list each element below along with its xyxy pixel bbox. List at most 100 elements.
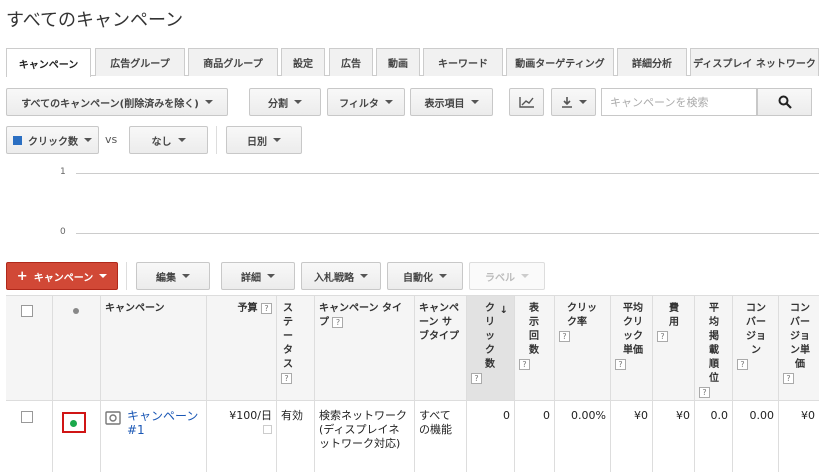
col-campaign-type[interactable]: キャンペーン タイプ ? (314, 296, 414, 400)
active-status-dot-icon[interactable] (70, 420, 77, 427)
col-avg-position-label: 平均掲載順位 (709, 303, 719, 384)
tab-settings[interactable]: 設定 (281, 48, 325, 76)
chevron-down-icon (439, 274, 447, 278)
help-icon[interactable]: ? (737, 358, 748, 370)
help-icon[interactable]: ? (657, 330, 668, 342)
y-tick-label: 0 (60, 227, 66, 237)
col-cost-per-conversion[interactable]: コンバージョン単価? (778, 296, 819, 400)
avg-cpc-value: ¥0 (634, 409, 648, 422)
clicks-value: 0 (503, 409, 510, 422)
campaign-scope-dropdown[interactable]: すべてのキャンペーン(削除済みを除く) (6, 88, 228, 116)
automate-dropdown[interactable]: 自動化 (387, 262, 463, 290)
help-icon[interactable]: ? (559, 330, 570, 342)
label-dropdown: ラベル (469, 262, 545, 290)
details-dropdown[interactable]: 詳細 (221, 262, 295, 290)
compare-metric-dropdown[interactable]: なし (129, 126, 208, 154)
tab-videos[interactable]: 動画 (376, 48, 420, 76)
table-row: キャンペーン #1 ¥100/日 有効 検索ネットワーク(ディスプレイネットワー… (6, 401, 819, 472)
help-icon[interactable]: ? (699, 386, 710, 398)
col-avg-position[interactable]: 平均掲載順位? (694, 296, 732, 400)
help-icon[interactable]: ? (783, 372, 794, 384)
campaign-scope-label: すべてのキャンペーン(削除済みを除く) (21, 98, 199, 110)
segment-dropdown[interactable]: 分割 (249, 88, 321, 116)
select-all-checkbox[interactable] (21, 305, 33, 317)
metric-dropdown[interactable]: クリック数 (6, 126, 99, 154)
tab-campaigns[interactable]: キャンペーン (6, 48, 91, 77)
avg-position-value: 0.0 (710, 409, 729, 422)
tab-analysis[interactable]: 詳細分析 (617, 48, 687, 76)
chevron-down-icon (267, 274, 275, 278)
col-campaign[interactable]: キャンペーン (100, 296, 206, 400)
campaign-link[interactable]: キャンペーン #1 (127, 409, 202, 464)
col-clicks[interactable]: クリック数? ↓ (466, 296, 514, 400)
tab-ad-groups[interactable]: 広告グループ (95, 48, 185, 76)
col-cost-label: 費用 (669, 303, 679, 328)
col-campaign-type-label: キャンペーン タイプ (319, 303, 402, 328)
row-avg-cpc-cell: ¥0 (610, 401, 652, 472)
download-dropdown[interactable] (551, 88, 596, 116)
filter-dropdown[interactable]: フィルタ (327, 88, 405, 116)
col-avg-cpc[interactable]: 平均クリック単価? (610, 296, 652, 400)
download-icon (561, 97, 572, 108)
label-label: ラベル (485, 272, 515, 284)
edit-label: 編集 (156, 272, 176, 284)
bid-strategy-dropdown[interactable]: 入札戦略 (301, 262, 381, 290)
col-subtype[interactable]: キャンペーン サブタイプ (414, 296, 466, 400)
tab-product-groups[interactable]: 商品グループ (188, 48, 278, 76)
row-campaign-type-cell: 検索ネットワーク(ディスプレイネットワーク対応) (314, 401, 414, 472)
chevron-down-icon (521, 274, 529, 278)
help-icon[interactable]: ? (332, 316, 344, 328)
metric-color-swatch (13, 135, 22, 145)
col-budget[interactable]: 予算 ? (206, 296, 276, 400)
col-ctr[interactable]: クリック率? (554, 296, 610, 400)
ctr-value: 0.00% (571, 409, 606, 422)
chart-toggle-button[interactable] (509, 88, 544, 116)
y-tick-label: 1 (60, 167, 66, 177)
help-icon[interactable]: ? (261, 302, 272, 314)
help-icon[interactable]: ? (519, 358, 530, 370)
page-title: すべてのキャンペーン (6, 10, 184, 31)
tab-ads[interactable]: 広告 (329, 48, 373, 76)
row-checkbox[interactable] (21, 411, 33, 423)
col-conversions[interactable]: コンバージョン? (732, 296, 778, 400)
row-campaign-cell: キャンペーン #1 (100, 401, 206, 472)
period-label: 日別 (247, 136, 267, 148)
row-status-cell: 有効 (276, 401, 314, 472)
col-clicks-label: クリック数 (485, 303, 495, 370)
chevron-down-icon (182, 274, 190, 278)
tab-keywords[interactable]: キーワード (423, 48, 503, 76)
add-campaign-button[interactable]: + キャンペーン (6, 262, 118, 290)
campaign-search-input[interactable] (601, 88, 757, 116)
status-value: 有効 (281, 409, 303, 422)
col-impressions-label: 表示回数 (529, 303, 539, 356)
col-impressions[interactable]: 表示回数? (514, 296, 554, 400)
row-select-cell (6, 401, 52, 472)
period-dropdown[interactable]: 日別 (226, 126, 302, 154)
line-chart-icon (518, 97, 534, 108)
columns-dropdown[interactable]: 表示項目 (410, 88, 493, 116)
tab-display-network[interactable]: ディスプレイ ネットワーク (690, 48, 819, 76)
campaign-type-value: 検索ネットワーク(ディスプレイネットワーク対応) (319, 409, 407, 450)
budget-edit-icon[interactable] (263, 425, 272, 434)
divider (216, 126, 217, 154)
help-icon[interactable]: ? (471, 372, 482, 384)
search-button[interactable] (757, 88, 812, 116)
chevron-down-icon (84, 138, 92, 142)
col-avg-cpc-label: 平均クリック単価 (623, 303, 643, 356)
row-impressions-cell: 0 (514, 401, 554, 472)
tab-video-targeting[interactable]: 動画ターゲティング (506, 48, 614, 76)
col-status[interactable]: ステータス? (276, 296, 314, 400)
help-icon[interactable]: ? (615, 358, 626, 370)
row-subtype-cell: すべての機能 (414, 401, 466, 472)
conversions-value: 0.00 (749, 409, 775, 422)
edit-dropdown[interactable]: 編集 (136, 262, 210, 290)
col-campaign-label: キャンペーン (105, 303, 165, 314)
automate-label: 自動化 (403, 272, 433, 284)
chevron-down-icon (360, 274, 368, 278)
compare-metric-label: なし (151, 136, 172, 148)
metric-label: クリック数 (28, 136, 78, 148)
col-cost[interactable]: 費用? (652, 296, 694, 400)
campaign-type-icon (105, 411, 121, 425)
help-icon[interactable]: ? (281, 372, 292, 384)
chevron-down-icon (384, 100, 393, 104)
